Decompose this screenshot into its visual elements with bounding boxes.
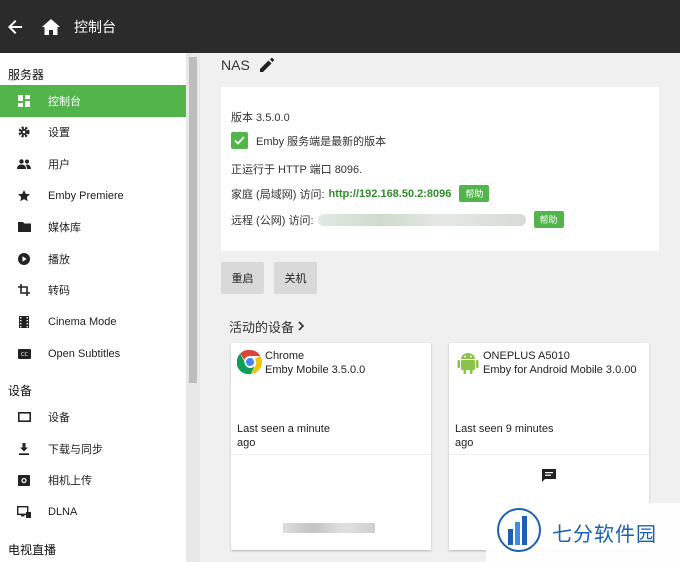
shutdown-button[interactable]: 关机 (274, 262, 317, 294)
last-seen-line: Last seen 9 minutes (455, 423, 554, 435)
server-info-card: 版本 3.5.0.0 Emby 服务端是最新的版本 正运行于 HTTP 端口 8… (221, 87, 659, 251)
wan-url-redacted (317, 213, 526, 226)
crop-icon (0, 284, 48, 297)
device-card[interactable]: Chrome Emby Mobile 3.5.0.0 Last seen a m… (231, 343, 431, 550)
lan-access: 家庭 (局域网) 访问: http://192.168.50.2:8096 帮助 (231, 185, 490, 202)
server-header: NAS (221, 57, 274, 73)
sidebar-item-users[interactable]: 用户 (0, 148, 186, 180)
people-icon (0, 159, 48, 169)
sidebar-item-devices[interactable]: 设备 (0, 401, 186, 433)
sidebar-scrollbar[interactable] (186, 53, 200, 562)
folder-icon (0, 222, 48, 233)
edit-pencil-icon[interactable] (259, 58, 274, 72)
wan-label: 远程 (公网) 访问: (231, 214, 314, 227)
sidebar-item-label: 设置 (48, 127, 70, 140)
server-name: NAS (221, 57, 250, 73)
sidebar-item-open-subtitles[interactable]: CC Open Subtitles (0, 338, 186, 370)
last-seen-line: Last seen a minute (237, 423, 330, 435)
device-name: Chrome (265, 350, 305, 362)
sidebar-item-dashboard[interactable]: 控制台 (0, 85, 186, 117)
device-app: Emby for Android Mobile 3.0.00 (483, 364, 637, 376)
sidebar-item-library[interactable]: 媒体库 (0, 211, 186, 243)
redacted-text (283, 523, 375, 533)
device-last-seen: Last seen a minute ago (237, 422, 347, 450)
star-icon (0, 189, 48, 202)
download-icon (0, 442, 48, 455)
sidebar-item-label: DLNA (48, 505, 78, 518)
sidebar-item-sync[interactable]: 下载与同步 (0, 433, 186, 465)
device-name: ONEPLUS A5010 (483, 350, 570, 362)
wan-help-button[interactable]: 帮助 (533, 211, 564, 228)
lan-label: 家庭 (局域网) 访问: (231, 188, 325, 201)
sidebar-item-label: 控制台 (48, 95, 81, 108)
sidebar-item-label: 设备 (48, 412, 70, 425)
sidebar-item-label: 下载与同步 (48, 443, 103, 456)
sidebar-item-camera-upload[interactable]: 相机上传 (0, 465, 186, 497)
chrome-icon (236, 349, 263, 375)
sidebar-item-cinema-mode[interactable]: Cinema Mode (0, 306, 186, 338)
device-last-seen: Last seen 9 minutes ago (455, 422, 565, 450)
sidebar-section-server: 服务器 (8, 68, 45, 82)
device-app: Emby Mobile 3.5.0.0 (265, 364, 366, 376)
sidebar-item-label: Open Subtitles (48, 347, 121, 360)
play-icon (0, 252, 48, 265)
update-status: Emby 服务端是最新的版本 (231, 132, 386, 149)
sidebar-item-emby-premiere[interactable]: Emby Premiere (0, 180, 186, 212)
message-icon[interactable] (541, 468, 557, 489)
sidebar-item-label: Cinema Mode (48, 315, 117, 328)
update-status-text: Emby 服务端是最新的版本 (256, 135, 387, 148)
sidebar-section-live-tv: 电视直播 (8, 542, 57, 557)
sidebar-item-playback[interactable]: 播放 (0, 243, 186, 275)
active-devices-header[interactable]: 活动的设备 (229, 317, 305, 336)
check-icon (231, 132, 248, 149)
card-divider (449, 454, 649, 455)
last-seen-line: ago (237, 437, 256, 449)
last-seen-line: ago (455, 437, 474, 449)
sidebar-item-label: 相机上传 (48, 475, 92, 488)
tablet-icon (0, 412, 48, 423)
wan-access: 远程 (公网) 访问: 帮助 (231, 211, 564, 228)
sidebar-item-label: 转码 (48, 285, 70, 298)
main-content: NAS 版本 3.5.0.0 Emby 服务端是最新的版本 正运行于 HTTP … (200, 53, 680, 562)
dlna-icon (0, 505, 48, 518)
sidebar-item-dlna[interactable]: DLNA (0, 496, 186, 528)
card-divider (231, 454, 431, 455)
sidebar: 服务器 控制台 设置 用户 Emby Premiere 媒体库 播放 转码 Ci… (0, 53, 186, 562)
sidebar-item-label: 媒体库 (48, 222, 81, 235)
top-bar: 控制台 (0, 0, 680, 53)
android-icon (455, 349, 481, 375)
gear-icon (0, 126, 48, 138)
svg-text:CC: CC (21, 352, 28, 358)
back-arrow-icon[interactable] (4, 16, 26, 38)
sidebar-section-devices: 设备 (8, 384, 33, 399)
lan-url-link[interactable]: http://192.168.50.2:8096 (329, 188, 452, 200)
film-icon (0, 315, 48, 328)
cc-icon: CC (0, 348, 48, 359)
active-devices-title: 活动的设备 (229, 320, 295, 335)
chevron-right-icon (298, 319, 305, 334)
dashboard-icon (0, 94, 48, 107)
version-text: 版本 3.5.0.0 (231, 112, 290, 124)
watermark-logo-icon (496, 507, 542, 558)
page-title: 控制台 (74, 18, 116, 35)
running-text: 正运行于 HTTP 端口 8096. (231, 164, 363, 176)
sidebar-item-label: 用户 (48, 158, 70, 171)
watermark-text: 七分软件园 (552, 524, 657, 546)
sidebar-item-transcoding[interactable]: 转码 (0, 275, 186, 307)
home-icon[interactable] (40, 16, 62, 38)
sidebar-item-label: 播放 (48, 253, 70, 266)
watermark: 七分软件园 (486, 503, 680, 562)
sidebar-item-settings[interactable]: 设置 (0, 117, 186, 149)
restart-button[interactable]: 重启 (221, 262, 264, 294)
sidebar-item-label: Emby Premiere (48, 189, 124, 202)
camera-icon (0, 474, 48, 487)
scrollbar-thumb[interactable] (189, 57, 197, 383)
lan-help-button[interactable]: 帮助 (459, 185, 490, 202)
